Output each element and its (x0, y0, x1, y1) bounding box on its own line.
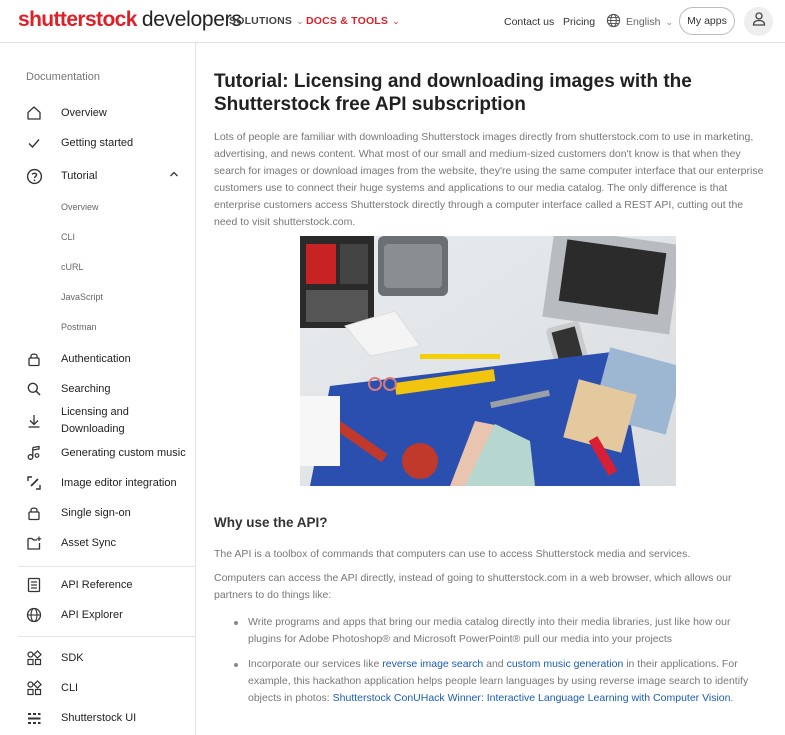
folder-add-icon (25, 534, 43, 552)
nav-docs-tools-label: DOCS & TOOLS (306, 15, 389, 27)
document-icon (25, 576, 43, 594)
tutorial-sub-curl[interactable]: cURL (61, 262, 84, 272)
section-heading-why-api: Why use the API? (214, 515, 328, 530)
sidebar-item-getting-started[interactable]: Getting started (0, 133, 196, 153)
tutorial-sub-overview[interactable]: Overview (61, 202, 99, 212)
chevron-down-icon: ⌄ (392, 16, 400, 26)
language-label: English (626, 16, 661, 28)
sidebar-item-cli[interactable]: CLI (0, 678, 196, 698)
nav-solutions-label: SOLUTIONS (229, 15, 293, 27)
sidebar-item-label: Overview (61, 106, 107, 119)
logo-brand: shutterstock (18, 8, 137, 31)
sidebar-divider (18, 636, 196, 637)
bullet-list: Write programs and apps that bring our m… (232, 614, 764, 715)
sidebar-item-licensing[interactable]: Licensing and Downloading (0, 403, 196, 439)
sidebar-item-label: Asset Sync (61, 536, 117, 549)
list-item: Incorporate our services like reverse im… (232, 656, 764, 707)
sidebar-item-label: Authentication (61, 352, 131, 365)
user-icon (751, 11, 767, 32)
shutterstock-developers-logo[interactable]: shutterstock developers (18, 8, 242, 32)
page-title: Tutorial: Licensing and downloading imag… (214, 71, 692, 115)
sidebar-item-label: Tutorial (61, 169, 98, 182)
sidebar-item-authentication[interactable]: Authentication (0, 349, 196, 369)
sidebar-item-api-reference[interactable]: API Reference (0, 575, 196, 595)
tutorial-sub-postman[interactable]: Postman (61, 322, 97, 332)
home-icon (25, 104, 43, 122)
pricing-link[interactable]: Pricing (563, 16, 595, 28)
lock-icon (25, 350, 43, 368)
sidebar-divider (18, 566, 196, 567)
search-icon (25, 380, 43, 398)
sidebar-item-label: Downloading (61, 423, 125, 435)
sidebar-item-label: Image editor integration (61, 476, 177, 489)
sidebar-item-label: Shutterstock UI (61, 711, 137, 724)
contact-us-link[interactable]: Contact us (504, 16, 554, 28)
sidebar-item-overview[interactable]: Overview (0, 103, 196, 123)
list-item-text: Incorporate our services like (248, 658, 383, 670)
sidebar-item-label: Licensing and (61, 406, 129, 418)
tutorial-sub-cli[interactable]: CLI (61, 232, 75, 242)
reverse-image-search-link[interactable]: reverse image search (382, 658, 483, 670)
top-header: shutterstock developers SOLUTIONS ⌄ DOCS &… (0, 0, 785, 43)
image-edit-icon (25, 474, 43, 492)
chevron-down-icon: ⌄ (296, 16, 304, 26)
sidebar-item-label: SDK (61, 651, 84, 664)
globe-icon (606, 13, 621, 31)
logo-suffix: developers (141, 8, 242, 31)
sidebar-item-sdk[interactable]: SDK (0, 648, 196, 668)
sidebar-item-tutorial[interactable]: Tutorial (0, 166, 196, 186)
list-item-text: . (730, 692, 734, 704)
check-icon (25, 134, 43, 152)
list-item: Write programs and apps that bring our m… (232, 614, 764, 648)
sidebar-item-shutterstock-ui[interactable]: Shutterstock UI (0, 708, 196, 728)
sidebar-item-image-editor[interactable]: Image editor integration (0, 473, 196, 493)
list-item-text: Write programs and apps that bring our m… (248, 616, 731, 645)
sidebar-item-api-explorer[interactable]: API Explorer (0, 605, 196, 625)
globe-icon (25, 606, 43, 624)
music-note-icon (25, 444, 43, 462)
hero-image-tools-flatlay (300, 236, 676, 486)
nav-solutions[interactable]: SOLUTIONS ⌄ (229, 15, 304, 27)
documentation-sidebar: Documentation Overview Getting started T… (0, 43, 196, 735)
sidebar-item-label: CLI (61, 681, 79, 694)
lock-icon (25, 504, 43, 522)
nav-docs-tools[interactable]: DOCS & TOOLS ⌄ (306, 15, 400, 27)
custom-music-generation-link[interactable]: custom music generation (507, 658, 624, 670)
conuhack-winner-link[interactable]: Shutterstock ConUHack Winner: Interactiv… (333, 692, 731, 704)
list-item-text: and (483, 658, 507, 670)
user-account-button[interactable] (744, 7, 773, 36)
widgets-icon (25, 649, 43, 667)
tutorial-sub-javascript[interactable]: JavaScript (61, 292, 103, 302)
sidebar-item-label: Getting started (61, 136, 134, 149)
grid-dots-icon (25, 709, 43, 727)
sidebar-item-asset-sync[interactable]: Asset Sync (0, 533, 196, 553)
language-selector[interactable]: English ⌄ (606, 13, 673, 31)
paragraph: Computers can access the API directly, i… (214, 572, 732, 601)
chevron-down-icon: ⌄ (665, 16, 673, 27)
sidebar-item-label: API Explorer (61, 608, 123, 621)
sidebar-item-label: Generating custom music (61, 446, 186, 459)
my-apps-button[interactable]: My apps (679, 7, 735, 35)
chevron-up-icon[interactable] (168, 167, 180, 185)
help-circle-icon (25, 167, 43, 185)
widgets-icon (25, 679, 43, 697)
sidebar-item-label: Single sign-on (61, 506, 131, 519)
intro-paragraph: Lots of people are familiar with downloa… (214, 131, 764, 228)
paragraph: The API is a toolbox of commands that co… (214, 548, 691, 560)
sidebar-item-label: Searching (61, 382, 111, 395)
sidebar-item-music[interactable]: Generating custom music (0, 443, 196, 463)
sidebar-item-label: API Reference (61, 578, 133, 591)
sidebar-item-sso[interactable]: Single sign-on (0, 503, 196, 523)
download-icon (25, 412, 43, 430)
sidebar-item-searching[interactable]: Searching (0, 379, 196, 399)
sidebar-heading: Documentation (26, 71, 100, 83)
